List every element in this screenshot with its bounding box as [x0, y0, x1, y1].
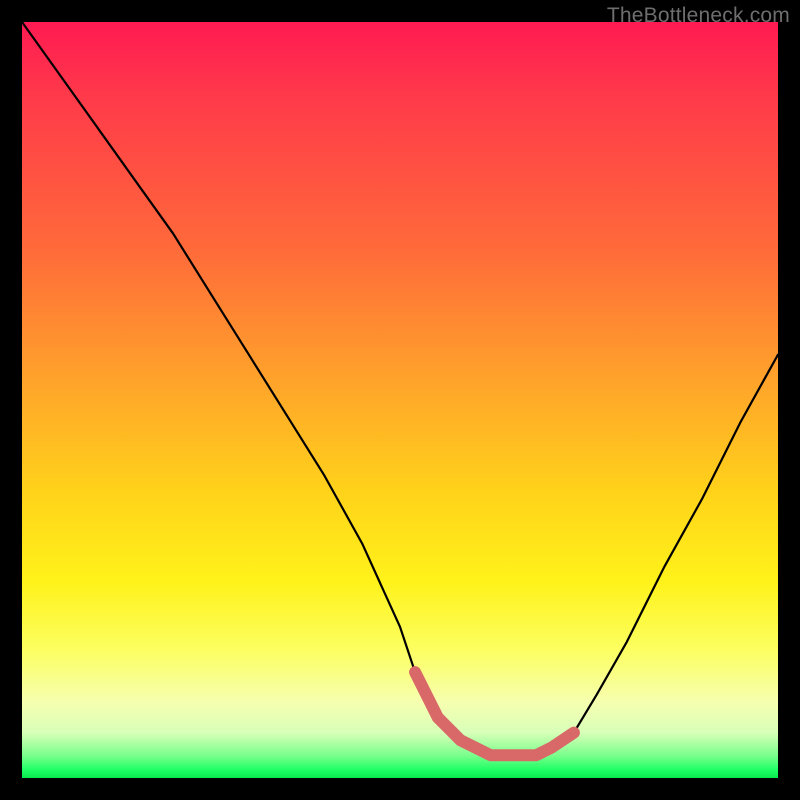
valley-marker: [415, 672, 574, 755]
chart-svg: [22, 22, 778, 778]
watermark-text: TheBottleneck.com: [607, 4, 790, 28]
chart-frame: TheBottleneck.com: [0, 0, 800, 800]
plot-area: [22, 22, 778, 778]
bottleneck-curve: [22, 22, 778, 755]
